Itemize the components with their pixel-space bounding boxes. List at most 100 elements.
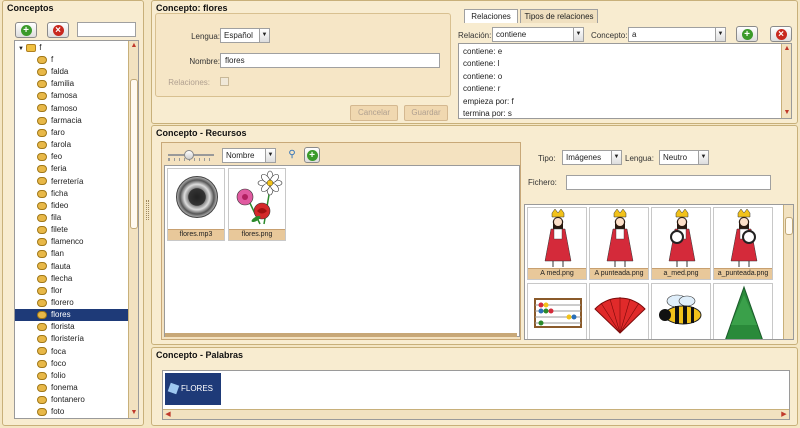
concept-tree: ▼ f f falda familia famosa famoso farmacia far… <box>14 40 139 419</box>
scroll-right-arrow[interactable]: ▶ <box>779 410 789 420</box>
lengua-recurso-select[interactable]: Neutro ▼ <box>659 150 709 165</box>
tree-item[interactable]: faro <box>15 127 129 139</box>
concept-icon <box>37 104 47 113</box>
relation-item[interactable]: contiene: e <box>463 46 502 58</box>
tree-item[interactable]: foca <box>15 346 129 358</box>
tree-item[interactable]: filete <box>15 224 129 236</box>
relations-list: contiene: e contiene: l contiene: o contien… <box>458 43 792 119</box>
tree-item[interactable]: florista <box>15 321 129 333</box>
relacion-select[interactable]: contiene ▼ <box>492 27 584 42</box>
zoom-slider[interactable] <box>168 150 214 161</box>
conceptos-panel: Conceptos + × ▼ f f falda familia famosa fam… <box>2 0 144 426</box>
splitter-grip[interactable] <box>146 200 149 220</box>
tree-scrollbar[interactable]: ▲ ▼ <box>128 41 138 418</box>
tree-item[interactable]: falda <box>15 66 129 78</box>
tree-item[interactable]: flores <box>15 309 129 322</box>
tree-item[interactable]: fontanero <box>15 394 129 406</box>
tab-tipos-relaciones[interactable]: Tipos de relaciones <box>520 9 598 23</box>
tree-item[interactable]: familia <box>15 78 129 90</box>
concept-search-input[interactable] <box>77 22 136 37</box>
concept-icon <box>37 68 47 77</box>
lengua-select[interactable]: Español ▼ <box>220 28 270 43</box>
palabras-list: FLORES ◀ ▶ <box>162 370 790 420</box>
fichero-label: Fichero: <box>528 178 557 187</box>
tree-item[interactable]: ferretería <box>15 176 129 188</box>
tree-item[interactable]: florero <box>15 297 129 309</box>
relation-item[interactable]: contiene: r <box>463 83 500 95</box>
fichero-input[interactable] <box>566 175 771 190</box>
tree-item[interactable]: ficha <box>15 188 129 200</box>
relation-item[interactable]: empieza por: f <box>463 96 514 108</box>
gallery-item[interactable] <box>713 283 773 339</box>
cancel-button[interactable]: Cancelar <box>350 105 398 121</box>
palabras-hscroll[interactable]: ◀ ▶ <box>163 409 789 419</box>
tree-item[interactable]: fila <box>15 212 129 224</box>
file-caption: flores.png <box>229 229 285 240</box>
resource-file-png[interactable]: flores.png <box>228 168 286 241</box>
resource-file-mp3[interactable]: flores.mp3 <box>167 168 225 241</box>
tree-item[interactable]: f <box>15 54 129 66</box>
tree-item[interactable]: flauta <box>15 261 129 273</box>
tree-item[interactable]: foto <box>15 406 129 418</box>
concepto-title: Concepto: flores <box>156 3 228 13</box>
tipo-select[interactable]: Imágenes ▼ <box>562 150 622 165</box>
tree-item[interactable]: famosa <box>15 90 129 102</box>
delete-concept-button[interactable]: × <box>47 22 69 38</box>
scroll-up-arrow[interactable]: ▲ <box>129 41 138 51</box>
relation-item[interactable]: contiene: l <box>463 58 499 70</box>
relation-item[interactable]: contiene: o <box>463 71 502 83</box>
tree-item[interactable]: feria <box>15 163 129 175</box>
sort-select[interactable]: Nombre ▼ <box>222 148 276 163</box>
gallery-item[interactable]: a_punteada.png <box>713 207 773 280</box>
scroll-thumb[interactable] <box>785 217 793 235</box>
scroll-left-arrow[interactable]: ◀ <box>163 410 173 420</box>
tab-relaciones[interactable]: Relaciones <box>464 9 518 23</box>
tree-item[interactable]: famoso <box>15 103 129 115</box>
delete-relation-button[interactable]: × <box>770 26 792 42</box>
save-button[interactable]: Guardar <box>404 105 448 121</box>
gallery-item[interactable] <box>527 283 587 339</box>
relaciones-label: Relaciones: <box>168 78 210 87</box>
word-chip[interactable]: FLORES <box>165 373 221 405</box>
tree-item[interactable]: fideo <box>15 200 129 212</box>
tree-item[interactable]: feo <box>15 151 129 163</box>
scroll-down-arrow[interactable]: ▼ <box>129 408 138 418</box>
slider-handle[interactable] <box>184 150 194 160</box>
scroll-thumb[interactable] <box>130 79 138 229</box>
tree-root[interactable]: ▼ f <box>18 42 41 54</box>
tree-item[interactable]: farmacia <box>15 115 129 127</box>
gallery-item[interactable]: a_med.png <box>651 207 711 280</box>
tree-item[interactable]: floristería <box>15 333 129 345</box>
gallery-item[interactable]: A punteada.png <box>589 207 649 280</box>
search-icon[interactable]: ⚲ <box>285 148 299 162</box>
tree-item[interactable]: flecha <box>15 273 129 285</box>
fan-image <box>594 297 646 334</box>
tree-item[interactable]: foco <box>15 358 129 370</box>
add-concept-button[interactable]: + <box>15 22 37 38</box>
concept-icon <box>37 298 47 307</box>
tree-item[interactable]: flor <box>15 285 129 297</box>
concept-icon <box>37 213 47 222</box>
relacion-concepto-select[interactable]: a ▼ <box>628 27 726 42</box>
nombre-input[interactable]: flores <box>220 53 440 68</box>
tree-item[interactable]: folio <box>15 370 129 382</box>
files-hscroll[interactable] <box>165 333 517 337</box>
add-resource-button[interactable]: + <box>304 147 320 163</box>
tree-item[interactable]: farola <box>15 139 129 151</box>
concept-icon <box>37 262 47 271</box>
expand-icon[interactable]: ▼ <box>18 46 24 52</box>
tree-item[interactable]: flamenco <box>15 236 129 248</box>
tree-item[interactable]: flan <box>15 248 129 260</box>
relations-scrollbar[interactable]: ▲ ▼ <box>781 44 791 118</box>
scroll-up-arrow[interactable]: ▲ <box>782 44 791 54</box>
gallery-item[interactable] <box>589 283 649 339</box>
concepto-panel: Concepto: flores Lengua: Español ▼ Nombre… <box>151 0 798 124</box>
tree-item[interactable]: fonema <box>15 382 129 394</box>
gallery-scrollbar[interactable] <box>783 205 793 339</box>
relaciones-checkbox[interactable] <box>220 77 229 86</box>
relation-item[interactable]: termina por: s <box>463 108 512 118</box>
gallery-item[interactable]: A med.png <box>527 207 587 280</box>
scroll-down-arrow[interactable]: ▼ <box>782 108 791 118</box>
gallery-item[interactable] <box>651 283 711 339</box>
add-relation-button[interactable]: + <box>736 26 758 42</box>
